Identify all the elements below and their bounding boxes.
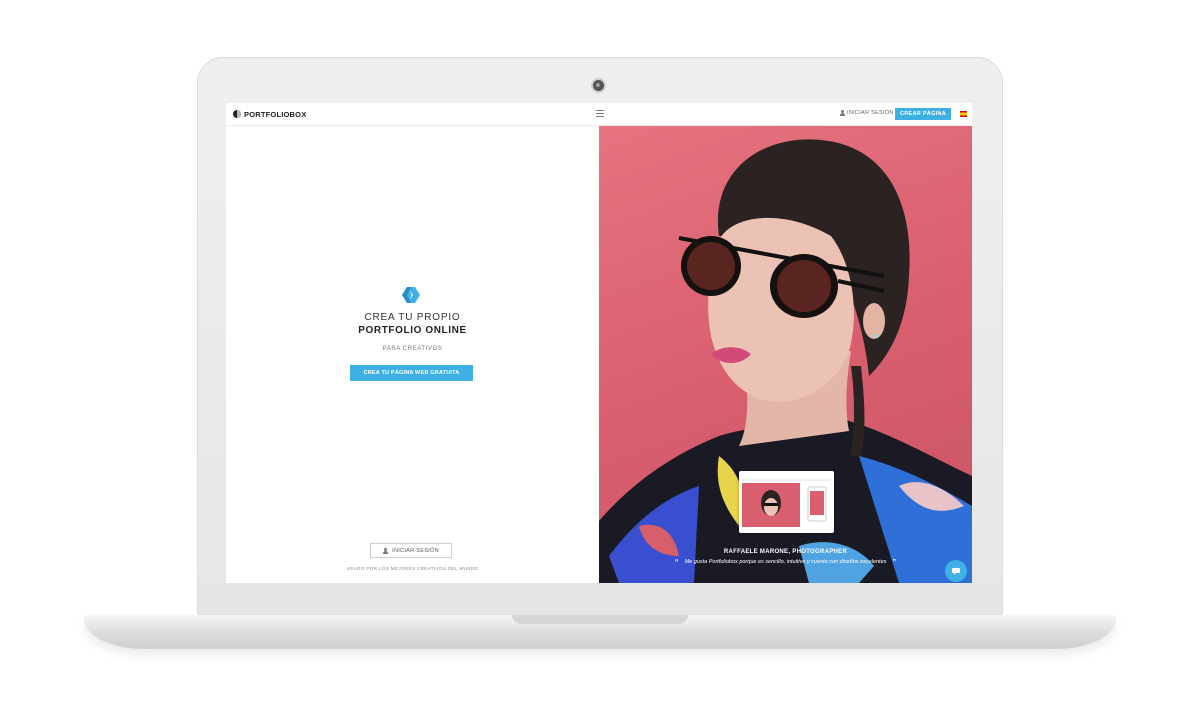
used-by-text: USADO POR LOS MEJORES CREATIVOS DEL MUND…	[346, 566, 479, 571]
header-login-link[interactable]: INICIAR SESIÓN	[840, 110, 894, 116]
user-icon	[383, 547, 389, 554]
footer-login-label: INICIAR SESIÓN	[392, 547, 439, 554]
portfoliobox-hero-icon	[402, 287, 420, 303]
top-navigation: PORTFOLIOBOX INICIAR SESIÓN CREAR PÁGINA	[226, 103, 972, 126]
laptop-notch	[512, 615, 688, 624]
testimonial-author: RAFFAELE MARONE, PHOTOGRAPHER	[723, 549, 848, 555]
hero-title-line1: CREA TU PROPIO	[364, 312, 461, 323]
hero-title-line2: PORTFOLIO ONLINE	[358, 325, 467, 336]
testimonial: “ ” RAFFAELE MARONE, PHOTOGRAPHER Me gus…	[669, 549, 902, 569]
mockup-screen	[742, 479, 831, 527]
laptop-screen: PORTFOLIOBOX INICIAR SESIÓN CREAR PÁGINA…	[226, 103, 972, 583]
create-free-site-button[interactable]: CREA TU PÁGINA WEB GRATUITA	[350, 365, 473, 381]
hero-panel: CREA TU PROPIO PORTFOLIO ONLINE PARA CRE…	[226, 126, 599, 583]
camera-icon	[593, 80, 604, 91]
logo-text: PORTFOLIOBOX	[244, 109, 307, 119]
portfoliobox-logo-icon	[233, 110, 241, 118]
hero-photo: “ ” RAFFAELE MARONE, PHOTOGRAPHER Me gus…	[599, 126, 972, 583]
device-mockup	[739, 471, 834, 533]
site-logo[interactable]: PORTFOLIOBOX	[233, 109, 306, 119]
chat-button[interactable]	[945, 560, 967, 582]
hero-subtitle: PARA CREATIVOS	[382, 346, 443, 352]
create-page-button[interactable]: CREAR PÁGINA	[895, 108, 951, 120]
spain-flag-icon[interactable]	[960, 111, 967, 117]
hamburger-menu-icon[interactable]	[596, 110, 604, 117]
quote-open-icon: “	[675, 558, 679, 569]
quote-close-icon: ”	[892, 558, 896, 569]
footer-login-button[interactable]: INICIAR SESIÓN	[370, 543, 452, 558]
header-login-label: INICIAR SESIÓN	[847, 110, 894, 116]
chat-icon	[952, 568, 960, 575]
user-icon	[840, 110, 845, 116]
mockup-preview-image	[742, 479, 831, 527]
testimonial-quote: Me gusta Portfoliobox porque es sencillo…	[684, 559, 887, 565]
